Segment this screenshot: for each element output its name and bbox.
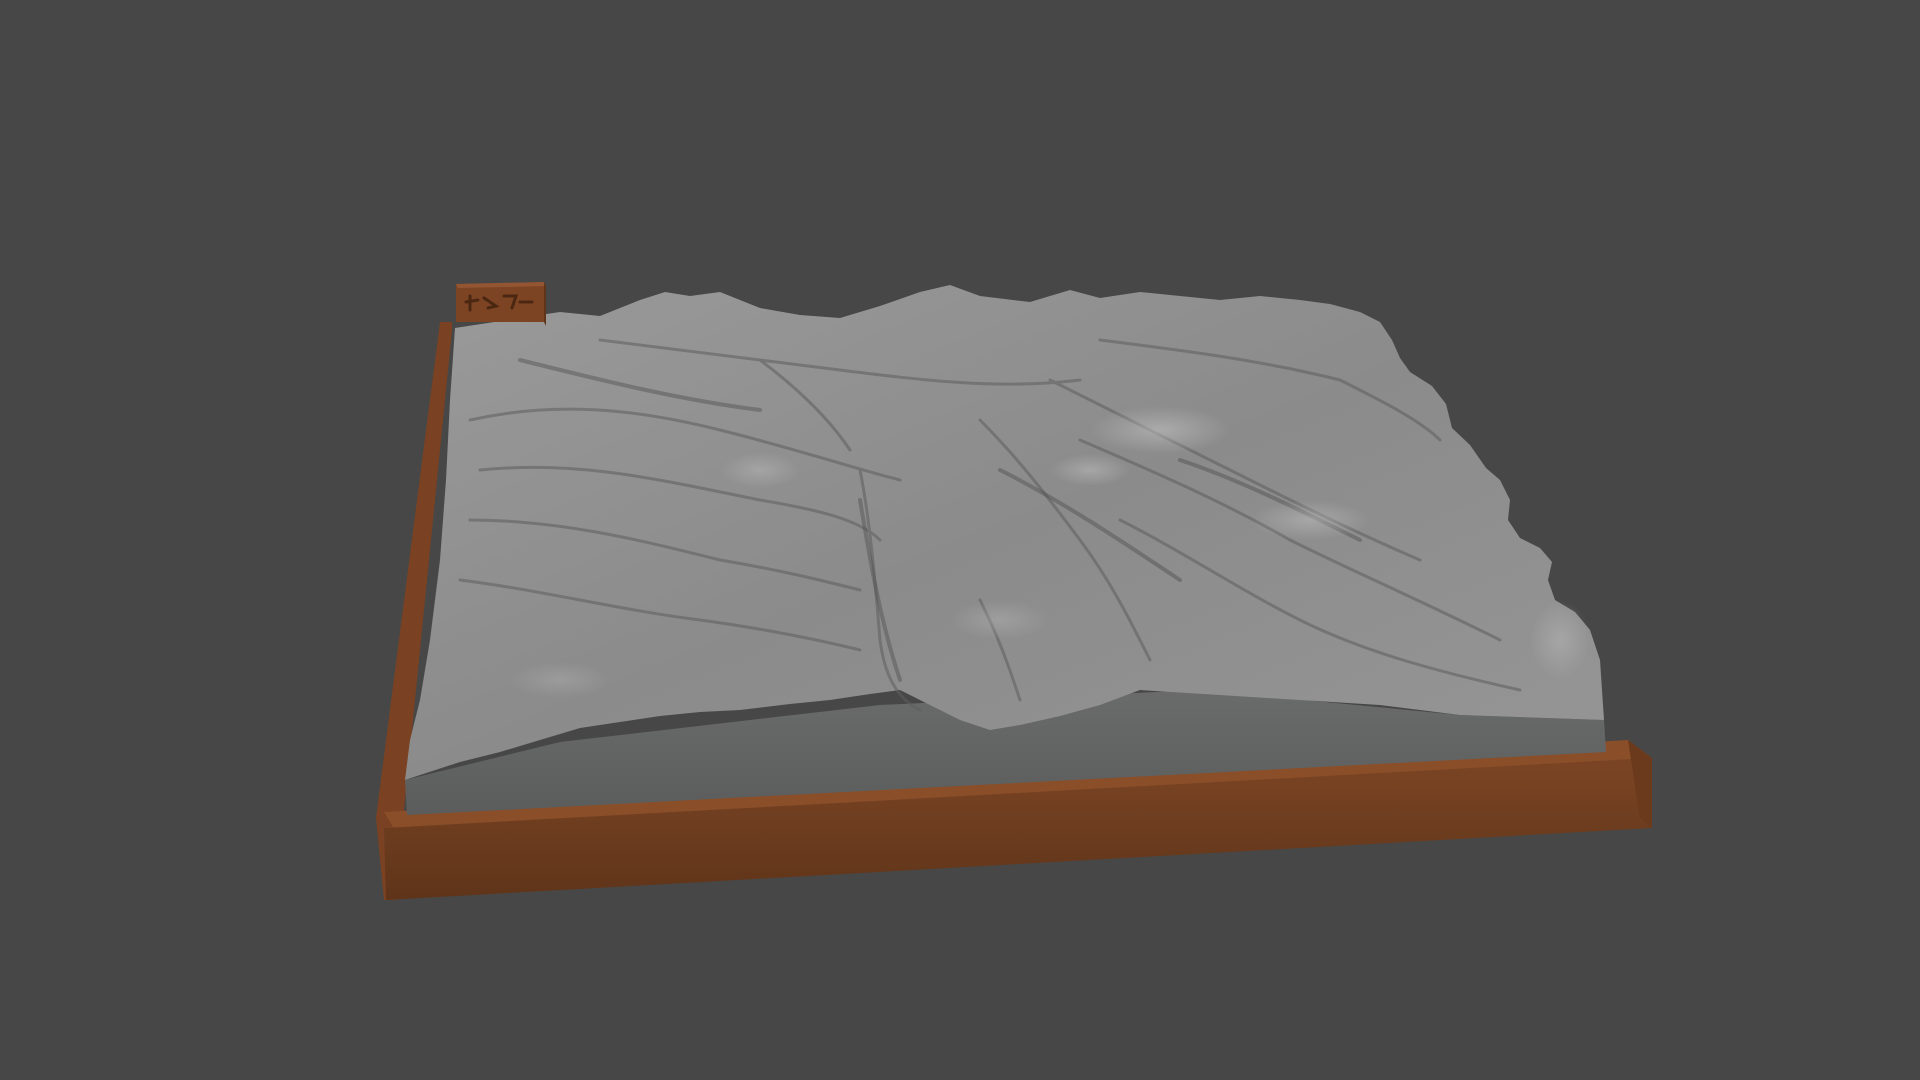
terrain-model-render (376, 282, 1652, 900)
3d-viewport (0, 0, 1920, 1080)
terrain-surface (405, 285, 1604, 780)
engraved-label-icon (456, 282, 546, 326)
